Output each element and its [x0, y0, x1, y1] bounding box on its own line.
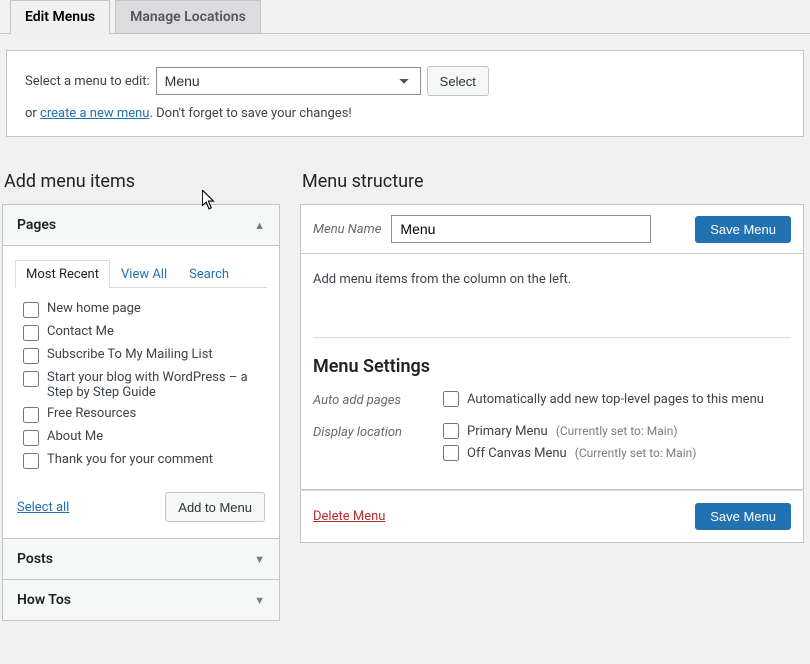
display-location-label: Display location — [313, 423, 443, 440]
select-menu-label: Select a menu to edit: — [25, 74, 150, 89]
menu-structure-heading: Menu structure — [302, 171, 804, 192]
accordion-howtos: How Tos ▼ — [2, 580, 280, 621]
page-checkbox[interactable] — [23, 407, 39, 423]
menu-name-row: Menu Name Save Menu — [300, 204, 804, 254]
location-primary-checkbox[interactable] — [443, 423, 459, 439]
page-checkbox[interactable] — [23, 302, 39, 318]
location-offcanvas-text: Off Canvas Menu — [467, 446, 567, 461]
location-primary-sub: (Currently set to: Main) — [556, 424, 678, 438]
menu-settings-title: Menu Settings — [313, 356, 791, 377]
inner-tab-all[interactable]: View All — [110, 260, 178, 288]
select-button[interactable]: Select — [427, 66, 489, 96]
location-primary-row[interactable]: Primary Menu (Currently set to: Main) — [443, 423, 791, 439]
inner-tab-search[interactable]: Search — [178, 260, 240, 288]
menu-hint: Add menu items from the column on the le… — [313, 272, 791, 287]
save-menu-button-top[interactable]: Save Menu — [695, 216, 791, 243]
auto-add-text: Automatically add new top-level pages to… — [467, 392, 764, 407]
accordion-pages-head[interactable]: Pages ▲ — [3, 205, 279, 246]
page-checkbox[interactable] — [23, 453, 39, 469]
chevron-up-icon: ▲ — [254, 219, 265, 232]
page-list[interactable]: New home page Contact Me Subscribe To My… — [15, 288, 267, 478]
create-menu-link[interactable]: create a new menu — [40, 106, 149, 121]
menu-body: Add menu items from the column on the le… — [300, 254, 804, 490]
page-checkbox[interactable] — [23, 325, 39, 341]
tab-edit-menus[interactable]: Edit Menus — [10, 0, 110, 34]
menu-name-input[interactable] — [391, 215, 651, 243]
page-checkbox[interactable] — [23, 430, 39, 446]
accordion-howtos-title: How Tos — [17, 592, 71, 608]
chevron-down-icon: ▼ — [254, 553, 265, 566]
divider — [313, 337, 791, 338]
location-offcanvas-sub: (Currently set to: Main) — [575, 446, 697, 460]
auto-add-check-row[interactable]: Automatically add new top-level pages to… — [443, 391, 791, 407]
location-offcanvas-row[interactable]: Off Canvas Menu (Currently set to: Main) — [443, 445, 791, 461]
menu-select[interactable]: Menu — [156, 67, 421, 95]
page-checkbox[interactable] — [23, 371, 39, 387]
page-item[interactable]: Free Resources — [23, 403, 259, 426]
accordion-pages-title: Pages — [17, 217, 56, 233]
menu-name-label: Menu Name — [313, 222, 381, 237]
page-item[interactable]: New home page — [23, 298, 259, 321]
selector-or: or — [25, 106, 40, 121]
select-all-link[interactable]: Select all — [17, 500, 69, 515]
accordion-posts-head[interactable]: Posts ▼ — [3, 539, 279, 579]
menu-footer: Delete Menu Save Menu — [300, 490, 804, 543]
accordion-howtos-head[interactable]: How Tos ▼ — [3, 580, 279, 620]
location-offcanvas-checkbox[interactable] — [443, 445, 459, 461]
nav-tabs: Edit Menus Manage Locations — [0, 0, 810, 34]
inner-tab-recent[interactable]: Most Recent — [15, 260, 110, 288]
page-item[interactable]: Contact Me — [23, 321, 259, 344]
add-to-menu-button[interactable]: Add to Menu — [165, 492, 265, 522]
save-menu-button-bottom[interactable]: Save Menu — [695, 503, 791, 530]
chevron-down-icon: ▼ — [254, 594, 265, 607]
page-item[interactable]: Subscribe To My Mailing List — [23, 344, 259, 367]
auto-add-label: Auto add pages — [313, 391, 443, 408]
page-item[interactable]: Start your blog with WordPress – a Step … — [23, 367, 259, 403]
accordion-posts: Posts ▼ — [2, 539, 280, 580]
location-primary-text: Primary Menu — [467, 424, 548, 439]
tab-manage-locations[interactable]: Manage Locations — [115, 0, 261, 34]
menu-selector-box: Select a menu to edit: Menu Select or cr… — [6, 50, 804, 137]
auto-add-checkbox[interactable] — [443, 391, 459, 407]
add-items-heading: Add menu items — [4, 171, 280, 192]
inner-tabs: Most Recent View All Search — [15, 260, 267, 288]
delete-menu-link[interactable]: Delete Menu — [313, 509, 385, 524]
accordion-pages: Pages ▲ Most Recent View All Search New … — [2, 204, 280, 539]
page-item[interactable]: About Me — [23, 426, 259, 449]
page-checkbox[interactable] — [23, 348, 39, 364]
page-item[interactable]: Thank you for your comment — [23, 449, 259, 472]
selector-tail: . Don't forget to save your changes! — [149, 106, 351, 121]
accordion-posts-title: Posts — [17, 551, 53, 567]
